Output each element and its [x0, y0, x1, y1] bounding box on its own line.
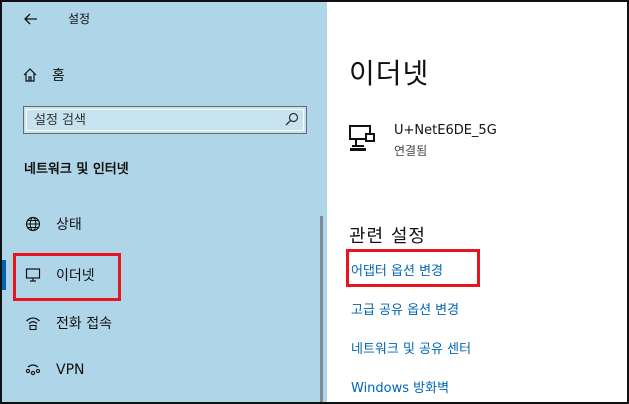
- section-title: 네트워크 및 인터넷: [24, 162, 129, 177]
- monitor-icon: [24, 266, 42, 284]
- ethernet-icon: [349, 125, 375, 151]
- dialup-icon: [24, 314, 42, 332]
- sidebar-item-dialup[interactable]: 전화 접속: [24, 311, 112, 335]
- search-icon[interactable]: [284, 111, 300, 127]
- network-status: 연결됨: [394, 144, 428, 158]
- sidebar-item-label: 상태: [56, 217, 82, 233]
- sidebar-item-label: 홈: [52, 68, 65, 84]
- sidebar-item-label: 이더넷: [56, 268, 95, 284]
- related-settings-title: 관련 설정: [349, 226, 426, 247]
- search-input[interactable]: [32, 109, 276, 131]
- active-indicator: [2, 260, 6, 290]
- sidebar-item-status[interactable]: 상태: [24, 212, 82, 236]
- vpn-icon: [24, 361, 42, 379]
- globe-icon: [24, 215, 42, 233]
- sidebar-item-vpn[interactable]: VPN: [24, 358, 85, 382]
- network-name[interactable]: U+NetE6DE_5G: [394, 123, 497, 138]
- app-title: 설정: [68, 12, 91, 26]
- sidebar-item-label: VPN: [56, 362, 85, 378]
- sidebar-item-home[interactable]: 홈: [22, 64, 65, 86]
- page-title: 이더넷: [349, 57, 430, 90]
- main-content: 이더넷 U+NetE6DE_5G 연결됨 관련 설정 어댑터 옵션 변경 고급 …: [327, 2, 627, 402]
- home-icon: [23, 68, 37, 82]
- link-windows-firewall[interactable]: Windows 방화벽: [351, 377, 449, 396]
- link-advanced-sharing[interactable]: 고급 공유 옵션 변경: [351, 299, 459, 318]
- link-adapter-options[interactable]: 어댑터 옵션 변경: [351, 260, 443, 279]
- search-box[interactable]: [23, 106, 307, 134]
- scrollbar[interactable]: [320, 216, 323, 402]
- sidebar-item-ethernet[interactable]: 이더넷: [24, 263, 95, 287]
- sidebar-item-label: 전화 접속: [56, 316, 112, 332]
- link-network-sharing-center[interactable]: 네트워크 및 공유 센터: [351, 338, 471, 357]
- back-button[interactable]: [20, 8, 42, 30]
- back-arrow-icon: [24, 13, 37, 25]
- sidebar: 설정 홈 네트워크 및 인터넷 상태: [2, 2, 327, 402]
- settings-window: 설정 홈 네트워크 및 인터넷 상태: [0, 0, 629, 404]
